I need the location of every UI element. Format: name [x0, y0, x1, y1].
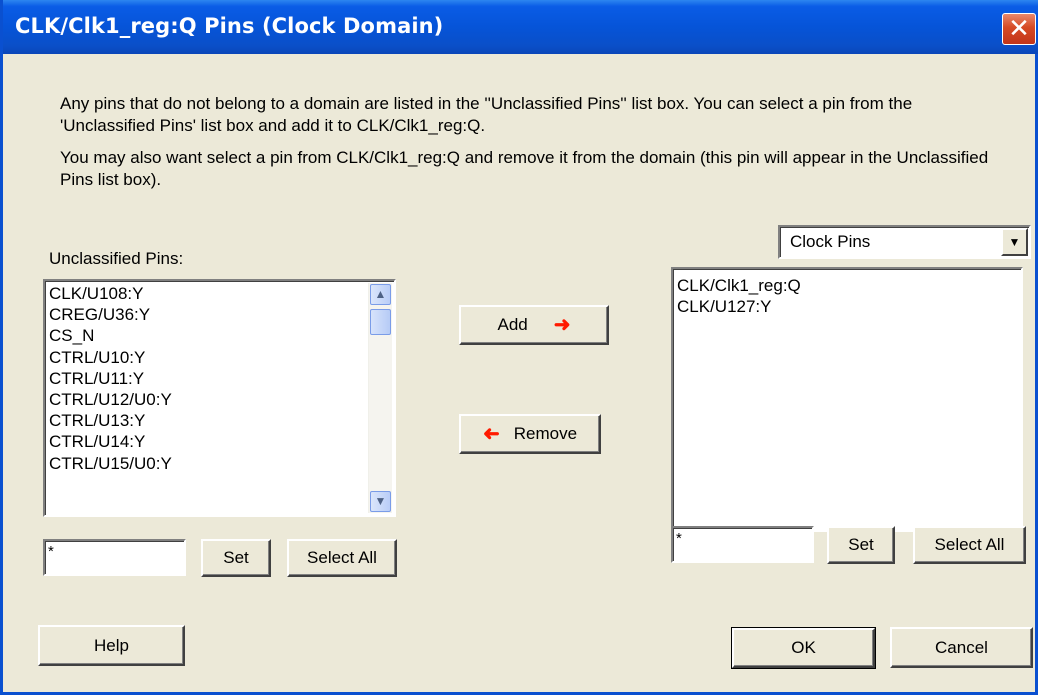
- list-item[interactable]: CLK/Clk1_reg:Q: [677, 275, 801, 296]
- pin-type-dropdown[interactable]: Clock Pins ▼: [778, 225, 1031, 259]
- list-item[interactable]: CTRL/U10:Y: [49, 347, 172, 368]
- pin-type-dropdown-value: Clock Pins: [790, 232, 871, 251]
- scroll-up-icon: ▲: [374, 287, 387, 301]
- list-item[interactable]: CTRL/U15/U0:Y: [49, 453, 172, 474]
- scroll-thumb[interactable]: [370, 309, 391, 335]
- list-item[interactable]: CLK/U108:Y: [49, 283, 172, 304]
- domain-pins-listbox[interactable]: CLK/Clk1_reg:Q CLK/U127:Y: [671, 267, 1023, 532]
- list-item[interactable]: CTRL/U11:Y: [49, 368, 172, 389]
- list-item[interactable]: CLK/U127:Y: [677, 296, 801, 317]
- add-button[interactable]: Add ➜: [459, 305, 609, 345]
- unclassified-pins-label: Unclassified Pins:: [49, 249, 184, 268]
- list-item[interactable]: CREG/U36:Y: [49, 304, 172, 325]
- list-item[interactable]: CS_N: [49, 325, 172, 346]
- left-select-all-button[interactable]: Select All: [287, 539, 397, 577]
- unclassified-pins-listbox[interactable]: CLK/U108:Y CREG/U36:Y CS_N CTRL/U10:Y CT…: [43, 279, 396, 517]
- arrow-left-icon: ➜: [482, 423, 500, 445]
- scroll-down-icon: ▼: [374, 494, 387, 508]
- close-button[interactable]: ✕: [1002, 13, 1036, 45]
- dialog-window: CLK/Clk1_reg:Q Pins (Clock Domain) ✕ Any…: [0, 0, 1038, 695]
- help-button[interactable]: Help: [38, 625, 185, 666]
- list-item[interactable]: CTRL/U13:Y: [49, 410, 172, 431]
- window-title: CLK/Clk1_reg:Q Pins (Clock Domain): [15, 14, 444, 38]
- domain-pins-list: CLK/Clk1_reg:Q CLK/U127:Y: [677, 275, 801, 317]
- left-filter-input[interactable]: *: [43, 539, 186, 576]
- cancel-button[interactable]: Cancel: [890, 627, 1033, 668]
- right-filter-input[interactable]: *: [671, 526, 814, 563]
- left-set-button[interactable]: Set: [201, 539, 271, 577]
- title-bar[interactable]: CLK/Clk1_reg:Q Pins (Clock Domain) ✕: [3, 0, 1038, 54]
- remove-button[interactable]: ➜ Remove: [459, 414, 601, 454]
- chevron-down-icon: ▼: [1008, 235, 1021, 249]
- scroll-down-button[interactable]: ▼: [370, 491, 391, 512]
- list-item[interactable]: CTRL/U12/U0:Y: [49, 389, 172, 410]
- scroll-up-button[interactable]: ▲: [370, 284, 391, 305]
- arrow-right-icon: ➜: [553, 314, 571, 336]
- right-set-button[interactable]: Set: [827, 526, 895, 564]
- add-button-label: Add: [497, 315, 528, 334]
- list-item[interactable]: CTRL/U14:Y: [49, 431, 172, 452]
- dropdown-button[interactable]: ▼: [1001, 228, 1028, 256]
- close-icon: ✕: [1008, 14, 1030, 44]
- description-para-1: Any pins that do not belong to a domain …: [60, 94, 913, 135]
- description-para-2: You may also want select a pin from CLK/…: [60, 148, 989, 189]
- vertical-scrollbar[interactable]: ▲ ▼: [368, 283, 392, 513]
- ok-button[interactable]: OK: [731, 627, 876, 669]
- right-select-all-button[interactable]: Select All: [913, 526, 1026, 564]
- unclassified-pins-list: CLK/U108:Y CREG/U36:Y CS_N CTRL/U10:Y CT…: [49, 283, 172, 474]
- remove-button-label: Remove: [513, 424, 578, 443]
